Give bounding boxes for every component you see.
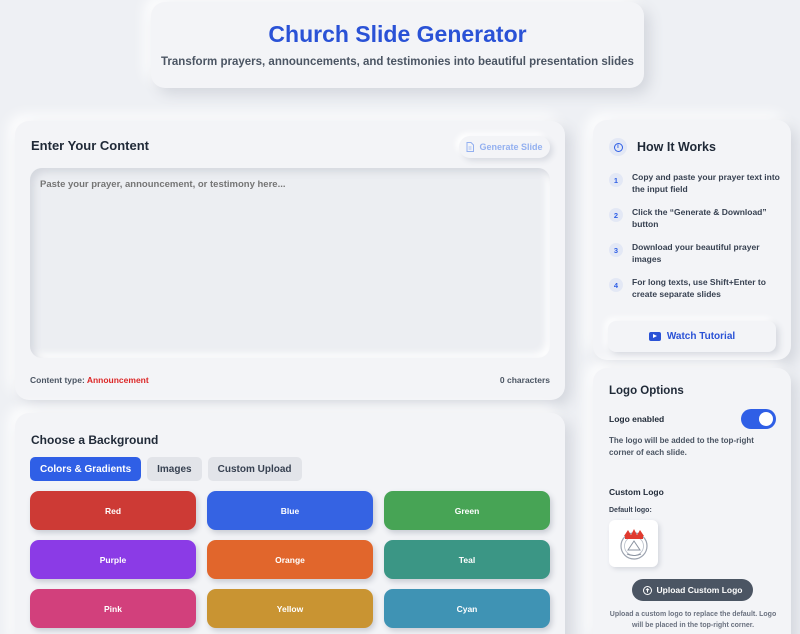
step-number: 3 (609, 243, 623, 257)
default-logo-label: Default logo: (609, 507, 652, 514)
logo-enabled-toggle[interactable] (741, 409, 776, 429)
background-panel: Choose a Background Colors & Gradients I… (15, 413, 565, 634)
background-tabs: Colors & Gradients Images Custom Upload (30, 457, 302, 481)
logo-options-title: Logo Options (609, 385, 684, 397)
logo-description: The logo will be added to the top-right … (609, 436, 754, 457)
default-logo-image (609, 520, 658, 567)
how-it-works-title: How It Works (637, 140, 716, 154)
list-item: 1 Copy and paste your prayer text into t… (609, 171, 781, 195)
youtube-icon (648, 332, 661, 341)
info-icon: i (609, 138, 627, 156)
watch-tutorial-button[interactable]: Watch Tutorial (608, 321, 776, 352)
page-title: Church Slide Generator (268, 21, 527, 47)
content-textarea[interactable] (30, 168, 550, 358)
upload-icon (642, 585, 652, 595)
character-count: 0 characters (499, 375, 550, 385)
upload-description: Upload a custom logo to replace the defa… (609, 611, 777, 629)
page-subtitle: Transform prayers, announcements, and te… (161, 56, 634, 68)
content-type: Content type: Announcement (30, 375, 149, 385)
church-logo-icon (619, 528, 648, 560)
swatch-purple[interactable]: Purple (30, 540, 196, 579)
step-text: Click the “Generate & Download” button (632, 207, 767, 229)
swatch-teal[interactable]: Teal (384, 540, 550, 579)
upload-custom-logo-label: Upload Custom Logo (656, 585, 743, 595)
steps-list: 1 Copy and paste your prayer text into t… (609, 171, 781, 311)
how-it-works-panel: i How It Works 1 Copy and paste your pra… (593, 120, 791, 360)
logo-options-panel: Logo Options Logo enabled The logo will … (593, 368, 791, 634)
watch-tutorial-label: Watch Tutorial (666, 331, 736, 342)
step-number: 1 (609, 173, 623, 187)
step-number: 2 (609, 208, 623, 222)
generate-slide-label: Generate Slide (479, 142, 543, 152)
swatch-red[interactable]: Red (30, 491, 196, 530)
app-header: Church Slide Generator Transform prayers… (151, 2, 644, 88)
step-text: For long texts, use Shift+Enter to creat… (632, 277, 766, 299)
tab-images[interactable]: Images (147, 457, 202, 481)
toggle-knob (759, 412, 773, 426)
swatch-orange[interactable]: Orange (207, 540, 373, 579)
logo-enabled-label: Logo enabled (609, 414, 665, 424)
step-text: Copy and paste your prayer text into the… (632, 172, 780, 194)
upload-custom-logo-button[interactable]: Upload Custom Logo (632, 579, 753, 601)
swatch-blue[interactable]: Blue (207, 491, 373, 530)
how-it-works-header: i How It Works (609, 138, 716, 156)
generate-slide-button[interactable]: Generate Slide (459, 136, 550, 158)
tab-colors-gradients[interactable]: Colors & Gradients (30, 457, 142, 481)
list-item: 4 For long texts, use Shift+Enter to cre… (609, 276, 781, 300)
background-title: Choose a Background (31, 433, 159, 447)
tab-custom-upload[interactable]: Custom Upload (207, 457, 302, 481)
document-icon (466, 142, 475, 152)
content-type-value: Announcement (86, 375, 149, 385)
content-title: Enter Your Content (31, 138, 149, 153)
content-type-label: Content type: (30, 375, 85, 385)
swatch-cyan[interactable]: Cyan (384, 589, 550, 628)
step-number: 4 (609, 278, 623, 292)
list-item: 2 Click the “Generate & Download” button (609, 206, 781, 230)
list-item: 3 Download your beautiful prayer images (609, 241, 781, 265)
swatch-yellow[interactable]: Yellow (207, 589, 373, 628)
custom-logo-label: Custom Logo (609, 487, 664, 497)
swatch-pink[interactable]: Pink (30, 589, 196, 628)
step-text: Download your beautiful prayer images (632, 242, 760, 264)
content-panel: Enter Your Content Generate Slide Conten… (15, 121, 565, 400)
swatch-green[interactable]: Green (384, 491, 550, 530)
swatch-grid: Red Blue Green Purple Orange Teal Pink Y… (30, 491, 550, 628)
